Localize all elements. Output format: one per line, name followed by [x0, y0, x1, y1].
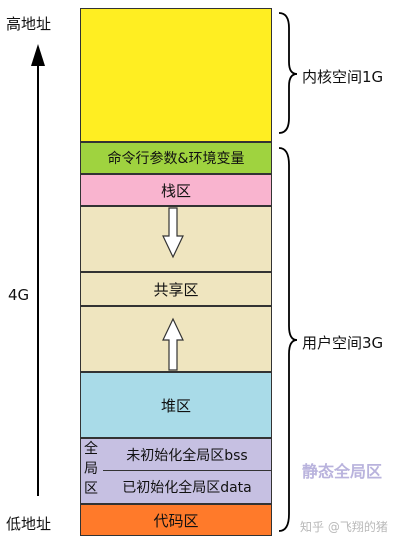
user-space-label: 用户空间3G [302, 334, 384, 352]
address-axis-arrowhead [31, 44, 45, 66]
stack-down-arrow [162, 207, 184, 259]
heap-up-arrow [162, 317, 184, 371]
user-space-brace [278, 147, 298, 532]
kernel-space-label: 内核空间1G [302, 68, 384, 86]
static-global-label: 静态全局区 [302, 462, 383, 481]
kernel-brace [278, 12, 298, 134]
watermark: 知乎 @飞翔的猪 [300, 520, 388, 534]
